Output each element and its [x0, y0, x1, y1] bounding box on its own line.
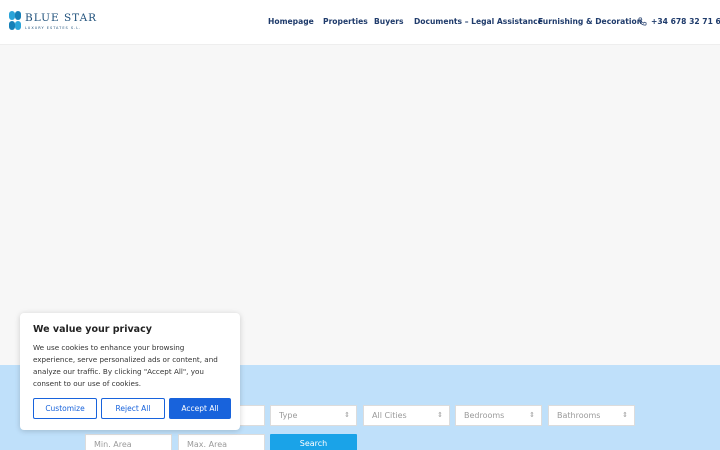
chevron-updown-icon: ⇕	[344, 411, 350, 419]
phone-icon	[638, 17, 647, 26]
bathrooms-select-label: Bathrooms	[557, 411, 601, 420]
brand-name: BLUE STAR	[25, 11, 98, 24]
chevron-updown-icon: ⇕	[622, 411, 628, 419]
nav-phone-link[interactable]: +34 678 32 71 69	[638, 17, 720, 26]
accept-all-button[interactable]: Accept All	[169, 398, 231, 419]
max-area-placeholder: Max. Area	[187, 440, 228, 449]
city-select-label: All Cities	[372, 411, 407, 420]
cookie-consent-banner: We value your privacy We use cookies to …	[20, 313, 240, 430]
type-select[interactable]: Type ⇕	[270, 405, 357, 426]
cookie-actions: Customize Reject All Accept All	[33, 398, 231, 419]
site-header: BLUE STAR LUXURY ESTATES S.L. Homepage P…	[0, 0, 720, 45]
cookie-description: We use cookies to enhance your browsing …	[33, 343, 218, 388]
nav-homepage[interactable]: Homepage	[268, 17, 314, 26]
bedrooms-select-label: Bedrooms	[464, 411, 505, 420]
bathrooms-select[interactable]: Bathrooms ⇕	[548, 405, 635, 426]
search-button[interactable]: Search	[270, 434, 357, 450]
phone-number: +34 678 32 71 69	[651, 17, 720, 26]
min-area-placeholder: Min. Area	[94, 440, 132, 449]
type-select-label: Type	[279, 411, 298, 420]
brand-logo[interactable]: BLUE STAR LUXURY ESTATES S.L.	[9, 11, 97, 31]
reject-all-button[interactable]: Reject All	[101, 398, 165, 419]
nav-properties[interactable]: Properties	[323, 17, 368, 26]
nav-documents-legal[interactable]: Documents – Legal Assistance	[414, 17, 543, 26]
cookie-title: We value your privacy	[33, 324, 152, 335]
chevron-updown-icon: ⇕	[437, 411, 443, 419]
max-area-input[interactable]: Max. Area	[178, 434, 265, 450]
customize-button[interactable]: Customize	[33, 398, 97, 419]
nav-buyers[interactable]: Buyers	[374, 17, 404, 26]
logo-icon	[9, 11, 21, 31]
chevron-updown-icon: ⇕	[529, 411, 535, 419]
min-area-input[interactable]: Min. Area	[85, 434, 172, 450]
bedrooms-select[interactable]: Bedrooms ⇕	[455, 405, 542, 426]
nav-furnishing-decoration[interactable]: Furnishing & Decoration	[538, 17, 642, 26]
city-select[interactable]: All Cities ⇕	[363, 405, 450, 426]
brand-tagline: LUXURY ESTATES S.L.	[25, 25, 82, 30]
